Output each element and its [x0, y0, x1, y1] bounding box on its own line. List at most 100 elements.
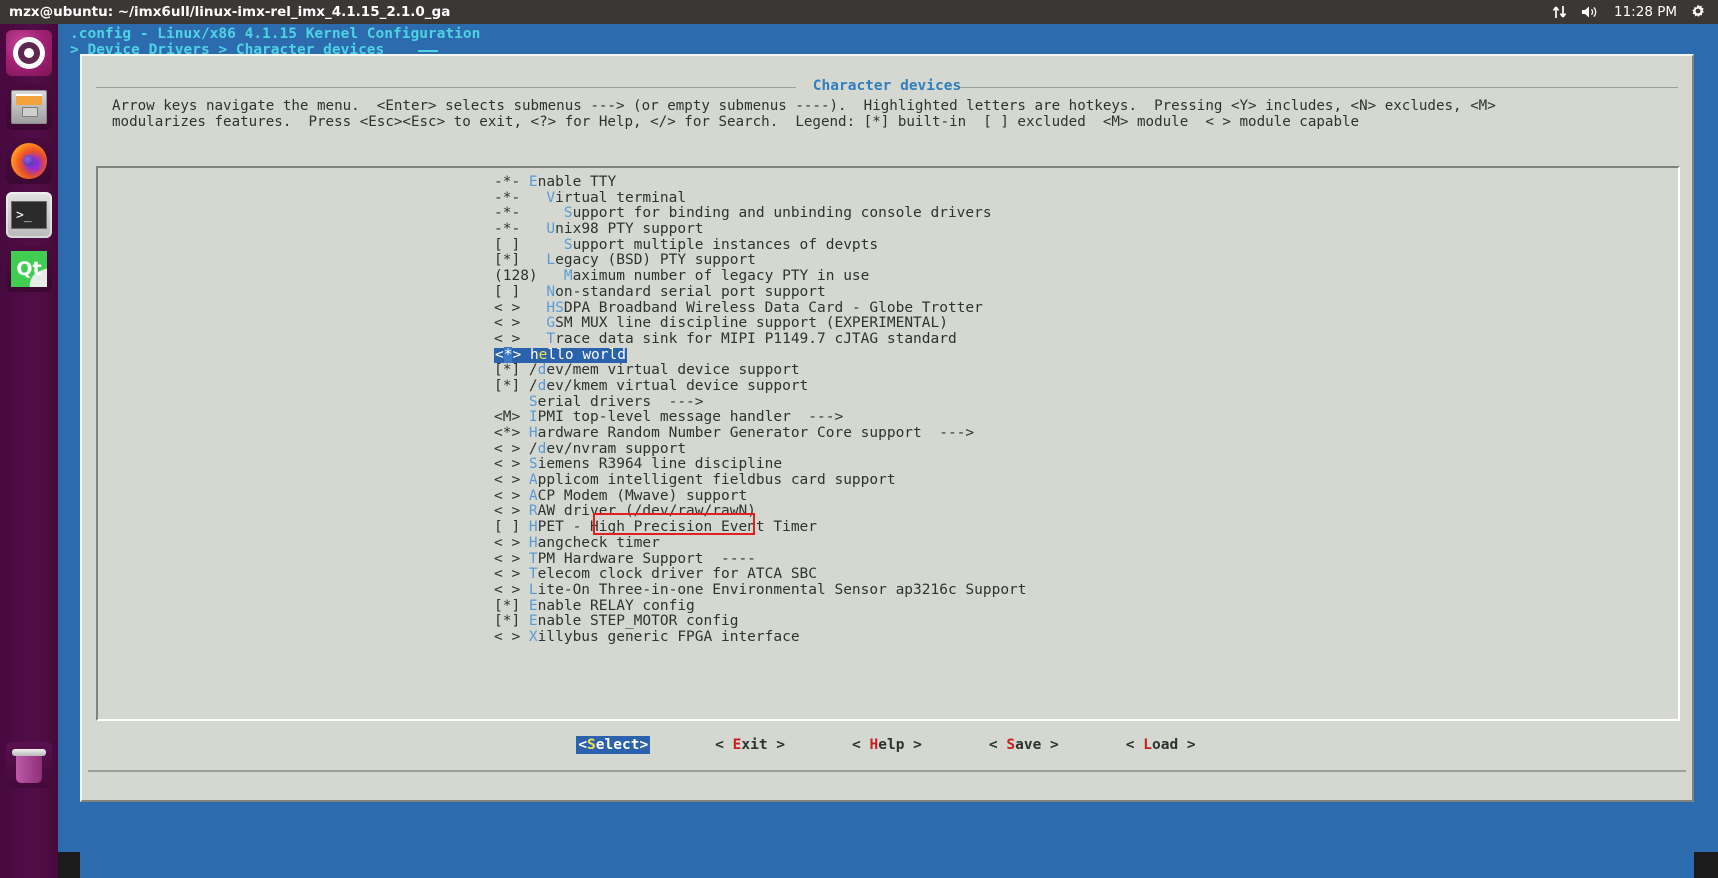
terminal-bottom-strip-inner: [80, 852, 1694, 878]
launcher-item-trash[interactable]: [6, 742, 52, 788]
menu-item-flag: [*]: [494, 362, 529, 379]
menu-item-label: upport multiple instances of devpts: [572, 236, 879, 253]
launcher-item-qtcreator[interactable]: Qt: [6, 246, 52, 292]
menu-item-hotkey: I: [528, 409, 538, 426]
button-select[interactable]: <Select>: [576, 736, 651, 754]
menu-item-label: ev/kmem virtual device support: [546, 377, 809, 394]
menu-item[interactable]: < > Lite-On Three-in-one Environmental S…: [494, 581, 1027, 599]
menu-item-hotkey: A: [528, 472, 538, 489]
menu-item[interactable]: < > Trace data sink for MIPI P1149.7 cJT…: [494, 330, 1027, 348]
gear-icon[interactable]: [1690, 0, 1706, 24]
menu-item-label: nable STEP_MOTOR config: [537, 613, 739, 630]
menu-item[interactable]: <*> Hardware Random Number Generator Cor…: [494, 425, 1027, 442]
clock[interactable]: 11:28 PM: [1614, 4, 1677, 20]
menu-item[interactable]: Serial drivers --->: [494, 393, 1027, 411]
dialog-title: Character devices: [812, 78, 962, 94]
menu-item-hotkey: R: [528, 503, 538, 520]
button-bracket-close: >: [1041, 737, 1059, 753]
menu-item-hotkey: N: [546, 283, 556, 300]
menu-item-label: PM Hardware Support ----: [537, 550, 756, 567]
menu-item-flag: -*-: [494, 189, 547, 206]
menu-item-hotkey: HS: [546, 299, 564, 316]
menu-item[interactable]: < > TPM Hardware Support ----: [494, 550, 1027, 568]
menu-item[interactable]: < > /dev/nvram support: [494, 441, 1027, 458]
menu-item-row-wrapper: <*> hello world: [494, 346, 1027, 364]
menu-item[interactable]: < > RAW driver (/dev/raw/rawN): [494, 504, 1027, 520]
menu-item-label: llo world: [547, 346, 626, 363]
menu-item-hotkey: S: [563, 236, 573, 253]
window-title: mzx@ubuntu: ~/imx6ull/linux-imx-rel_imx_…: [9, 4, 451, 20]
launcher-item-files[interactable]: [6, 84, 52, 130]
menu-item[interactable]: (128) Maximum number of legacy PTY in us…: [494, 268, 1027, 285]
menu-item-label: SM MUX line discipline support (EXPERIME…: [555, 315, 948, 332]
menu-item[interactable]: [ ] Support multiple instances of devpts: [494, 236, 1027, 254]
menu-item[interactable]: -*- Virtual terminal: [494, 189, 1027, 207]
menu-item-hotkey: H: [528, 425, 538, 441]
menu-item-flag: < >: [494, 330, 547, 347]
launcher-item-firefox[interactable]: [6, 138, 52, 184]
menu-item[interactable]: [*] /dev/mem virtual device support: [494, 362, 1027, 379]
menu-item-label: egacy (BSD) PTY support: [555, 252, 756, 269]
menu-item[interactable]: [ ] HPET - High Precision Event Timer: [494, 519, 1027, 536]
button-save[interactable]: < Save >: [987, 736, 1061, 754]
menu-item[interactable]: <M> IPMI top-level message handler --->: [494, 409, 1027, 426]
menu-item[interactable]: < > GSM MUX line discipline support (EXP…: [494, 315, 1027, 332]
launcher-item-ubuntu-dash[interactable]: [6, 30, 52, 76]
menu-item-flag: [*]: [494, 252, 547, 269]
menu-item-hotkey: X: [528, 628, 538, 645]
menu-item[interactable]: -*- Unix98 PTY support: [494, 221, 1027, 238]
menu-item-selected[interactable]: <*> hello world: [494, 346, 627, 364]
menu-item[interactable]: < > HSDPA Broadband Wireless Data Card -…: [494, 299, 1027, 317]
menu-list-box[interactable]: -*- Enable TTY -*- Virtual terminal -*- Su…: [96, 166, 1680, 721]
menu-item[interactable]: [*] Enable RELAY config: [494, 597, 1027, 615]
volume-icon[interactable]: [1581, 0, 1601, 24]
button-help[interactable]: < Help >: [850, 736, 924, 754]
button-exit[interactable]: < Exit >: [713, 736, 787, 754]
ubuntu-logo-icon: [13, 37, 45, 69]
menu-item-label: elecom clock driver for ATCA SBC: [537, 566, 818, 583]
menu-item[interactable]: [*] Legacy (BSD) PTY support: [494, 253, 1027, 269]
menu-item[interactable]: < > Hangcheck timer: [494, 534, 1027, 552]
menu-item[interactable]: [ ] Non-standard serial port support: [494, 283, 1027, 301]
menu-item-flag: [ ]: [494, 519, 529, 536]
menu-item[interactable]: < > Applicom intelligent fieldbus card s…: [494, 472, 1027, 489]
menu-item-label: ev/mem virtual device support: [546, 362, 800, 379]
menu-item[interactable]: -*- Support for binding and unbinding co…: [494, 206, 1027, 222]
terminal-icon: >_: [11, 201, 47, 229]
menu-item[interactable]: -*- Enable TTY: [494, 174, 1027, 191]
menu-item-label: DPA Broadband Wireless Data Card - Globe…: [563, 299, 983, 316]
menu-item-label: erial drivers --->: [537, 393, 704, 410]
button-bracket-close: >: [904, 737, 922, 753]
launcher-item-terminal[interactable]: >_: [6, 192, 52, 238]
file-cabinet-icon: [11, 90, 47, 124]
terminal-window[interactable]: .config - Linux/x86 4.1.15 Kernel Config…: [58, 24, 1718, 852]
menu-item-hotkey: S: [528, 456, 538, 473]
menu-item-hotkey: T: [528, 550, 538, 567]
button-load[interactable]: < Load >: [1124, 736, 1198, 754]
menu-item-label: ardware Random Number Generator Core sup…: [537, 425, 975, 441]
menu-item-label: irtual terminal: [555, 189, 687, 206]
button-bracket-close: >: [767, 737, 786, 753]
button-hotkey: H: [869, 737, 879, 753]
qt-icon: Qt: [11, 251, 47, 287]
button-hotkey: S: [587, 737, 596, 753]
menu-item-hotkey: H: [528, 534, 538, 551]
menu-item-flag: <M>: [494, 409, 529, 426]
menu-item-hotkey: V: [546, 189, 556, 206]
button-bracket-close: >: [1178, 737, 1196, 753]
menu-item[interactable]: [*] /dev/kmem virtual device support: [494, 377, 1027, 395]
menu-item-label: nable RELAY config: [537, 597, 695, 614]
button-label: elect: [595, 737, 640, 753]
menu-item[interactable]: < > ACP Modem (Mwave) support: [494, 487, 1027, 505]
menu-item[interactable]: < > Xillybus generic FPGA interface: [494, 628, 1027, 646]
menu-item-label: ite-On Three-in-one Environmental Sensor…: [537, 581, 1027, 598]
menu-item-flag: [ ]: [494, 283, 547, 300]
menu-item[interactable]: < > Siemens R3964 line discipline: [494, 457, 1027, 473]
menu-item[interactable]: < > Telecom clock driver for ATCA SBC: [494, 566, 1027, 583]
menu-item-label: aximum number of legacy PTY in use: [572, 268, 870, 285]
menu-item-label: pplicom intelligent fieldbus card suppor…: [537, 472, 896, 489]
menu-item-flag: < >: [494, 534, 529, 551]
menu-item[interactable]: [*] Enable STEP_MOTOR config: [494, 613, 1027, 630]
menu-item-label: CP Modem (Mwave) support: [537, 487, 748, 504]
network-updown-icon[interactable]: [1552, 0, 1568, 24]
